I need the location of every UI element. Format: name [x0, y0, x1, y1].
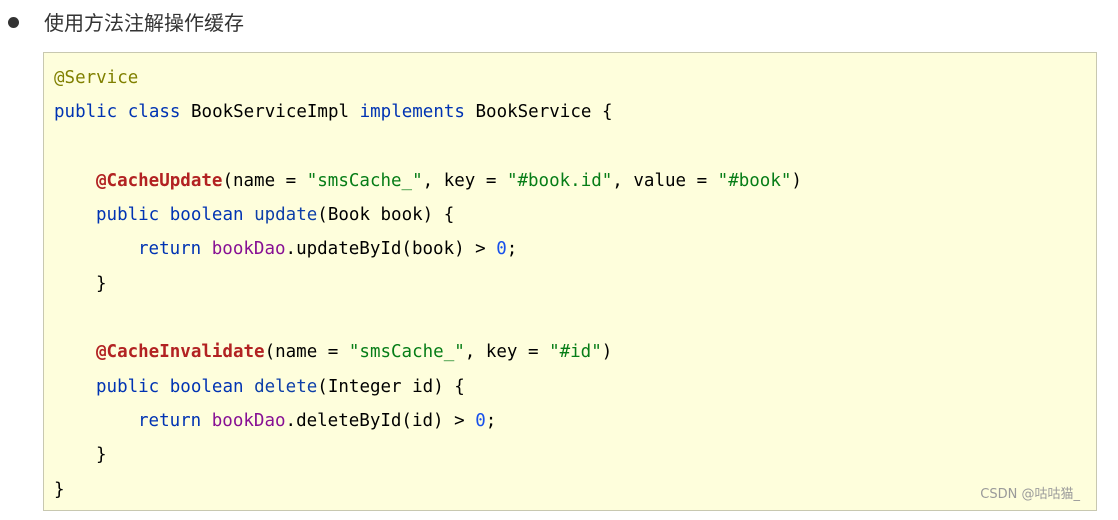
code-line-2: public class BookServiceImpl implements …: [54, 97, 802, 131]
number-zero: 0: [475, 410, 486, 431]
annotation-cache-update: @CacheUpdate: [96, 170, 223, 191]
number-zero: 0: [496, 239, 507, 260]
code-line-7: }: [54, 269, 802, 303]
bullet-item: 使用方法注解操作缓存: [0, 0, 1118, 50]
code-line-4: @CacheUpdate(name = "smsCache_", key = "…: [54, 166, 802, 200]
keyword-boolean: boolean: [169, 205, 244, 226]
args-close: ): [601, 342, 613, 363]
annotation-cache-invalidate: @CacheInvalidate: [96, 342, 265, 363]
close-brace: }: [96, 273, 107, 294]
keyword-return: return: [138, 410, 202, 431]
semicolon: ;: [506, 239, 518, 260]
code-lines: @Service public class BookServiceImpl im…: [54, 63, 802, 509]
annotation-service: @Service: [54, 68, 139, 88]
bullet-text: 使用方法注解操作缓存: [44, 11, 244, 35]
keyword-implements: implements: [359, 102, 465, 123]
string-name: "smsCache_": [306, 170, 423, 191]
string-value: "#book": [717, 170, 792, 191]
keyword-class: class: [127, 102, 181, 123]
args-close: ): [791, 170, 802, 191]
keyword-boolean: boolean: [169, 376, 244, 397]
watermark: CSDN @咕咕猫_: [980, 487, 1080, 502]
open-brace: {: [601, 102, 613, 123]
method-params: (Book book) {: [317, 205, 455, 226]
field-bookdao: bookDao: [211, 410, 286, 431]
method-update: update: [254, 205, 318, 226]
interface-name: BookService: [475, 102, 592, 123]
code-line-1: @Service: [54, 63, 802, 97]
code-line-9: @CacheInvalidate(name = "smsCache_", key…: [54, 337, 802, 371]
code-line-11: return bookDao.deleteById(id) > 0;: [54, 406, 802, 440]
args-open: (name =: [264, 342, 349, 363]
args-key: , key =: [464, 342, 550, 363]
keyword-public: public: [96, 376, 160, 397]
code-line-13: }: [54, 475, 802, 509]
code-block: @Service public class BookServiceImpl im…: [43, 52, 1097, 511]
method-call: .updateById(book) >: [285, 239, 497, 260]
method-delete: delete: [254, 376, 318, 397]
code-line-6: return bookDao.updateById(book) > 0;: [54, 234, 802, 268]
semicolon: ;: [485, 410, 497, 431]
args-open: (name =: [222, 170, 307, 191]
method-call: .deleteById(id) >: [285, 410, 476, 431]
field-bookdao: bookDao: [211, 239, 286, 260]
keyword-public: public: [54, 102, 118, 123]
class-name: BookServiceImpl: [191, 102, 350, 123]
string-key: "#book.id": [506, 170, 613, 191]
code-line-5: public boolean update(Book book) {: [54, 200, 802, 234]
args-value: , value =: [612, 170, 718, 191]
keyword-return: return: [138, 239, 202, 260]
keyword-public: public: [96, 205, 160, 226]
close-brace: }: [54, 479, 65, 500]
string-key: "#id": [549, 342, 602, 363]
code-line-10: public boolean delete(Integer id) {: [54, 372, 802, 406]
close-brace: }: [96, 445, 107, 466]
args-key: , key =: [422, 170, 507, 191]
string-name: "smsCache_": [348, 342, 465, 363]
method-params: (Integer id) {: [317, 376, 465, 397]
code-line-12: }: [54, 440, 802, 474]
bullet-dot-icon: [8, 17, 19, 28]
